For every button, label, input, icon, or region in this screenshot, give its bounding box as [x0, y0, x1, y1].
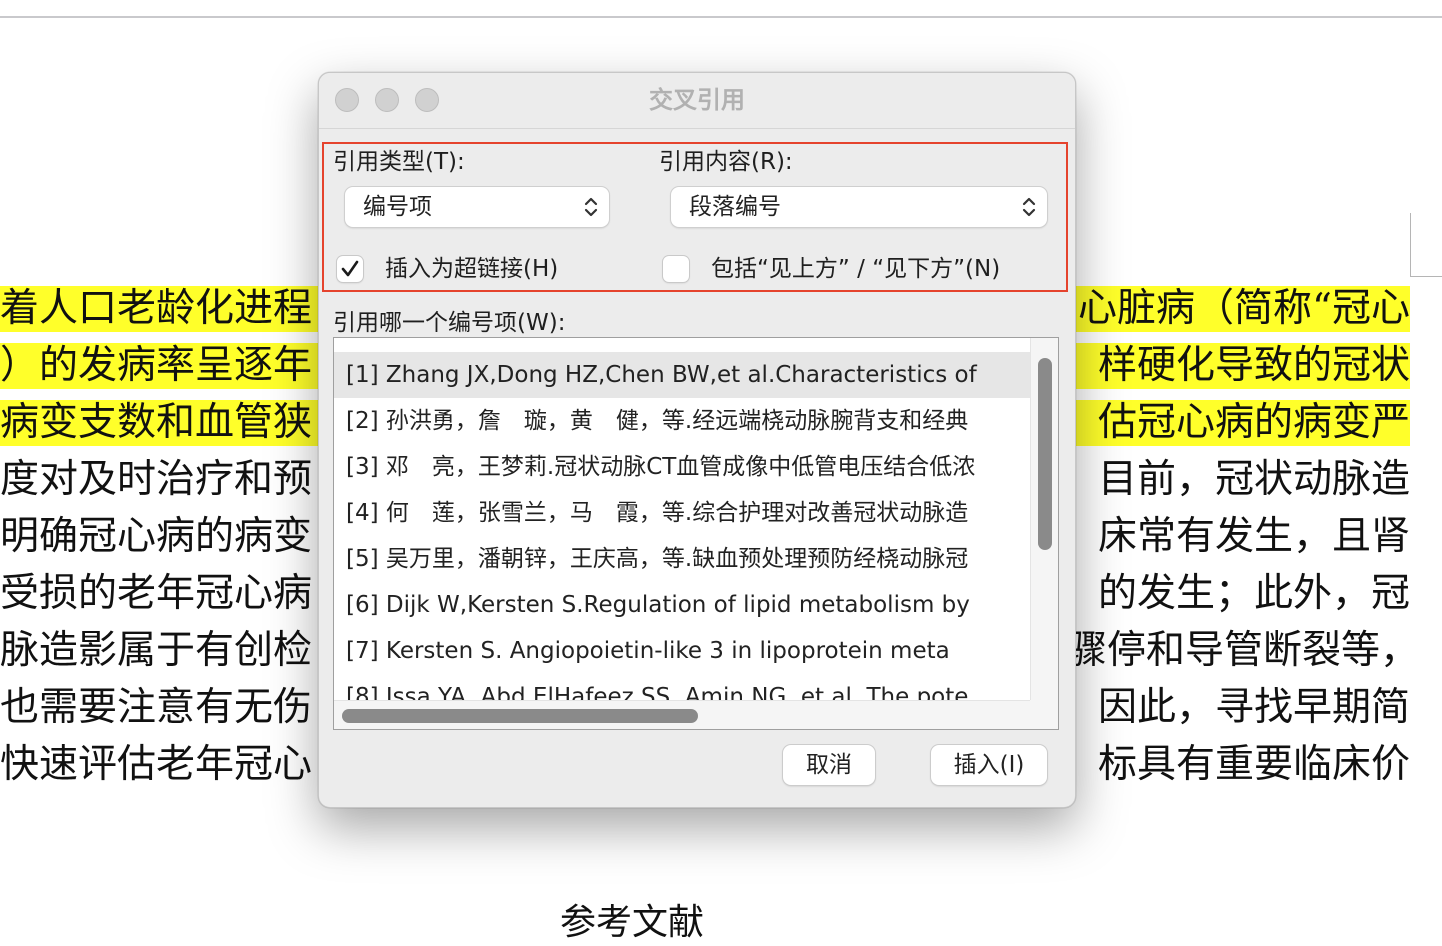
cancel-button[interactable]: 取消: [783, 745, 875, 785]
document-line-left: 也需要注意有无伤: [0, 685, 313, 730]
list-item[interactable]: [3] 邓 亮，王梦莉.冠状动脉CT血管成像中低管电压结合低浓: [334, 444, 1030, 490]
references-heading: 参考文献: [560, 902, 705, 943]
page-margin-marker: [1410, 213, 1442, 277]
reference-content-label: 引用内容(R):: [659, 149, 793, 175]
numbered-item-list[interactable]: [1] Zhang JX,Dong HZ,Chen BW,et al.Chara…: [333, 337, 1059, 730]
dialog-titlebar: 交叉引用: [319, 73, 1075, 129]
document-line-left: ）的发病率呈逐年: [0, 343, 322, 389]
document-line-left: 受损的老年冠心病: [0, 571, 313, 616]
document-line-right: 目前，冠状动脉造: [1097, 457, 1410, 502]
list-item[interactable]: [2] 孙洪勇，詹 璇，黄 健，等.经远端桡动脉腕背支和经典: [334, 398, 1030, 444]
list-item[interactable]: [4] 何 莲，张雪兰，马 霞，等.综合护理对改善冠状动脉造: [334, 490, 1030, 536]
checkmark-icon: [341, 260, 359, 277]
document-line-left: 脉造影属于有创检: [0, 628, 313, 673]
cross-reference-dialog: 交叉引用 引用类型(T): 引用内容(R): 编号项 段落编号 插入为超链接(H…: [318, 72, 1076, 808]
chevron-up-down-icon: [584, 197, 598, 217]
insert-hyperlink-label[interactable]: 插入为超链接(H): [385, 254, 558, 284]
document-line-left: 度对及时治疗和预: [0, 457, 313, 502]
numbered-item-list-label: 引用哪一个编号项(W):: [333, 310, 566, 336]
insert-hyperlink-checkbox[interactable]: [337, 256, 363, 282]
list-item[interactable]: [6] Dijk W,Kersten S.Regulation of lipid…: [334, 582, 1030, 628]
document-line-right: 心脏病（简称“冠心: [1068, 286, 1410, 332]
document-line-left: 快速评估老年冠心: [0, 742, 313, 787]
reference-content-select[interactable]: 段落编号: [671, 187, 1047, 227]
include-above-below-label[interactable]: 包括“见上方” / “见下方”(N): [711, 254, 1000, 284]
vertical-scrollbar[interactable]: [1030, 338, 1058, 702]
reference-type-select[interactable]: 编号项: [345, 187, 609, 227]
document-line-left: 病变支数和血管狭: [0, 400, 322, 446]
document-line-left: 明确冠心病的病变: [0, 514, 313, 559]
insert-button[interactable]: 插入(I): [931, 745, 1047, 785]
list-item[interactable]: [5] 吴万里，潘朝锌，王庆高，等.缺血预处理预防经桡动脉冠: [334, 536, 1030, 582]
document-line-right: 骤停和导管断裂等，: [1068, 628, 1410, 673]
document-line-right: 估冠心病的病变严: [1068, 400, 1410, 446]
horizontal-scrollbar-thumb[interactable]: [342, 709, 698, 723]
dialog-title: 交叉引用: [649, 86, 745, 114]
list-item[interactable]: [1] Zhang JX,Dong HZ,Chen BW,et al.Chara…: [334, 352, 1030, 398]
document-line-right: 样硬化导致的冠状: [1068, 343, 1410, 389]
horizontal-scrollbar[interactable]: [334, 700, 1030, 729]
window-top-border: [0, 16, 1442, 18]
reference-type-value: 编号项: [363, 194, 432, 220]
document-line-right: 因此，寻找早期简: [1097, 685, 1410, 730]
list-item[interactable]: [7] Kersten S. Angiopoietin-like 3 in li…: [334, 628, 1030, 674]
document-line-right: 标具有重要临床价: [1097, 742, 1410, 787]
chevron-up-down-icon: [1022, 197, 1036, 217]
vertical-scrollbar-thumb[interactable]: [1038, 358, 1052, 550]
reference-content-value: 段落编号: [689, 194, 781, 220]
document-line-left: 着人口老龄化进程: [0, 286, 322, 332]
reference-type-label: 引用类型(T):: [333, 149, 465, 175]
document-line-right: 的发生；此外，冠: [1097, 571, 1410, 616]
document-line-right: 床常有发生，且肾: [1097, 514, 1410, 559]
scrollbar-corner: [1030, 700, 1058, 729]
include-above-below-checkbox[interactable]: [663, 256, 689, 282]
